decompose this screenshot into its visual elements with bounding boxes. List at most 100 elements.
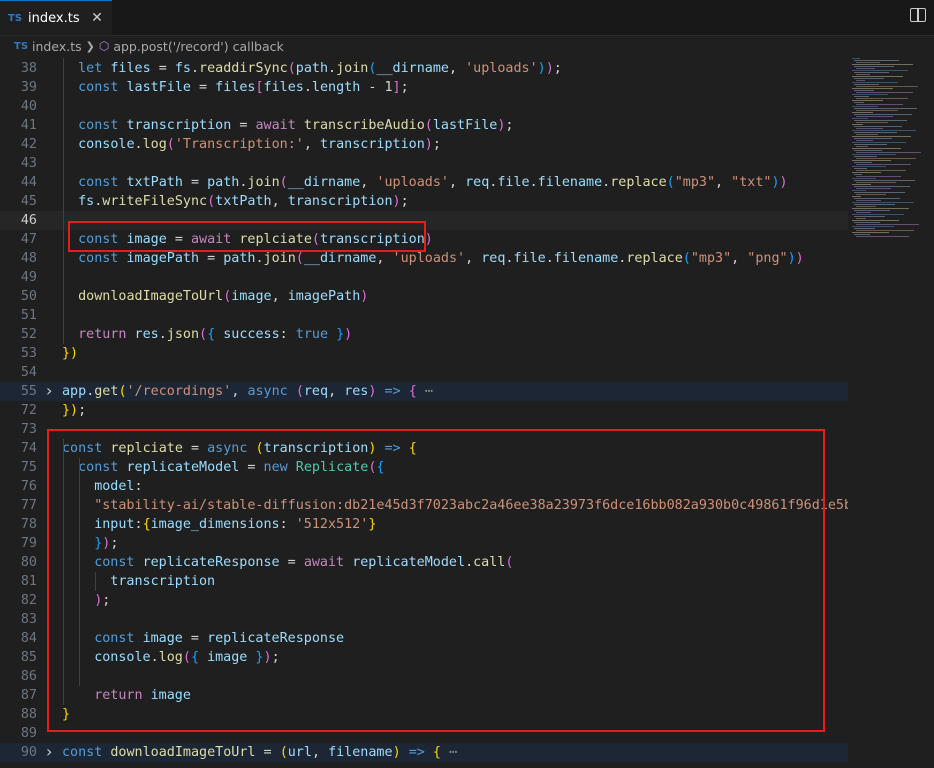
code-token: success — [223, 327, 280, 342]
code-text: let files = fs.readdirSync(path.join(__d… — [78, 59, 562, 78]
minimap-line — [856, 188, 891, 189]
code-line[interactable]: 53}) — [0, 344, 848, 363]
close-icon[interactable]: ✕ — [88, 9, 106, 27]
code-token: length — [311, 80, 361, 95]
code-line[interactable]: 50 downloadImageToUrl(image, imagePath) — [0, 287, 848, 306]
minimap-line — [854, 234, 870, 235]
code-token: . — [529, 175, 538, 190]
code-line[interactable]: 52 return res.json({ success: true }) — [0, 325, 848, 344]
code-token: ; — [400, 194, 409, 209]
minimap-line — [854, 84, 879, 85]
fold-expand-icon[interactable]: › — [46, 742, 52, 761]
minimap-line — [854, 150, 882, 151]
fold-expand-icon[interactable]: › — [46, 381, 52, 400]
code-line[interactable]: 40 — [0, 97, 848, 116]
code-token: . — [255, 251, 264, 266]
code-token: ( — [279, 745, 288, 760]
code-token: file — [497, 175, 530, 190]
code-token: . — [190, 61, 200, 76]
code-line[interactable]: 41 const transcription = await transcribe… — [0, 116, 848, 135]
code-line[interactable]: 54 — [0, 363, 848, 382]
minimap-line — [852, 124, 863, 125]
minimap-line — [856, 110, 898, 111]
minimap-line — [854, 132, 897, 133]
code-token: __dirname — [287, 175, 361, 190]
code-line[interactable]: 39 const lastFile = files[files.length - … — [0, 78, 848, 97]
code-token: res — [134, 327, 159, 342]
minimap-line — [852, 148, 901, 149]
code-token: ) — [392, 194, 401, 209]
minimap-line — [856, 212, 871, 213]
code-token: 'uploads' — [465, 61, 538, 76]
minimap-line — [854, 156, 877, 157]
minimap[interactable] — [848, 58, 924, 238]
minimap-line — [856, 68, 875, 69]
minimap-line — [856, 230, 914, 231]
line-number: 44 — [20, 175, 37, 190]
code-token: return — [78, 327, 135, 342]
code-line[interactable]: 44 const txtPath = path.join(__dirname, '… — [0, 173, 848, 192]
minimap-line — [856, 122, 888, 123]
code-token: , — [271, 289, 288, 304]
code-line[interactable]: 45 fs.writeFileSync(txtPath, transcriptio… — [0, 192, 848, 211]
code-line[interactable]: 42 console.log('Transcription:', transcri… — [0, 135, 848, 154]
typescript-file-icon: TS — [14, 40, 29, 52]
minimap-line — [852, 106, 878, 107]
minimap-line — [856, 62, 880, 63]
code-token: , — [731, 251, 748, 266]
code-token: async — [247, 384, 296, 399]
code-token: files — [110, 61, 151, 76]
line-number: 47 — [20, 232, 37, 247]
code-token: => — [408, 745, 425, 760]
code-line[interactable]: 43 — [0, 154, 848, 173]
split-editor-icon[interactable] — [910, 8, 926, 22]
minimap-line — [854, 72, 889, 73]
line-number: 38 — [20, 61, 37, 76]
code-line[interactable]: 51 — [0, 306, 848, 325]
minimap-line — [856, 116, 893, 117]
line-number: 78 — [20, 517, 37, 532]
minimap-line — [856, 158, 916, 159]
minimap-line — [854, 90, 874, 91]
code-token: ) — [360, 289, 369, 304]
code-line[interactable]: 55 › app.get('/recordings', async (req, re… — [0, 381, 848, 401]
code-line[interactable]: 49 — [0, 268, 848, 287]
code-token: image — [231, 289, 272, 304]
minimap-line — [854, 120, 907, 121]
code-line[interactable]: 38 let files = fs.readdirSync(path.join(_… — [0, 59, 848, 78]
minimap-line — [852, 208, 909, 209]
line-number: 39 — [20, 80, 37, 95]
breadcrumb-file[interactable]: index.ts — [32, 39, 82, 54]
code-token: '/recordings' — [126, 384, 232, 399]
minimap-line — [856, 128, 883, 129]
minimap-line — [852, 58, 860, 59]
code-token: 'Transcription:' — [174, 137, 304, 152]
vertical-scrollbar[interactable] — [924, 58, 934, 768]
tab-index-ts[interactable]: TS index.ts ✕ — [0, 0, 112, 35]
code-token: ) — [795, 251, 804, 266]
tab-bar: TS index.ts ✕ — [0, 0, 934, 36]
code-token: , — [465, 251, 482, 266]
minimap-line — [854, 162, 872, 163]
code-token: file — [513, 251, 546, 266]
code-token: log — [142, 137, 167, 152]
line-number: 80 — [20, 555, 37, 570]
minimap-line — [854, 96, 869, 97]
minimap-line — [852, 232, 889, 233]
minimap-line — [852, 220, 899, 221]
minimap-line — [852, 166, 886, 167]
line-number: 74 — [20, 441, 37, 456]
minimap-line — [854, 78, 884, 79]
minimap-line — [852, 160, 891, 161]
minimap-line — [852, 70, 908, 71]
code-line[interactable]: 72}); — [0, 401, 848, 420]
code-token: const — [78, 175, 127, 190]
code-editor[interactable]: 38 let files = fs.readdirSync(path.join(_… — [0, 58, 848, 768]
code-token: ; — [400, 80, 409, 95]
minimap-line — [856, 218, 866, 219]
breadcrumb-symbol[interactable]: app.post('/record') callback — [113, 39, 283, 54]
code-token: , — [328, 384, 345, 399]
code-line[interactable]: 90 › const downloadImageToUrl = (url, file… — [0, 742, 848, 762]
minimap-line — [852, 112, 873, 113]
